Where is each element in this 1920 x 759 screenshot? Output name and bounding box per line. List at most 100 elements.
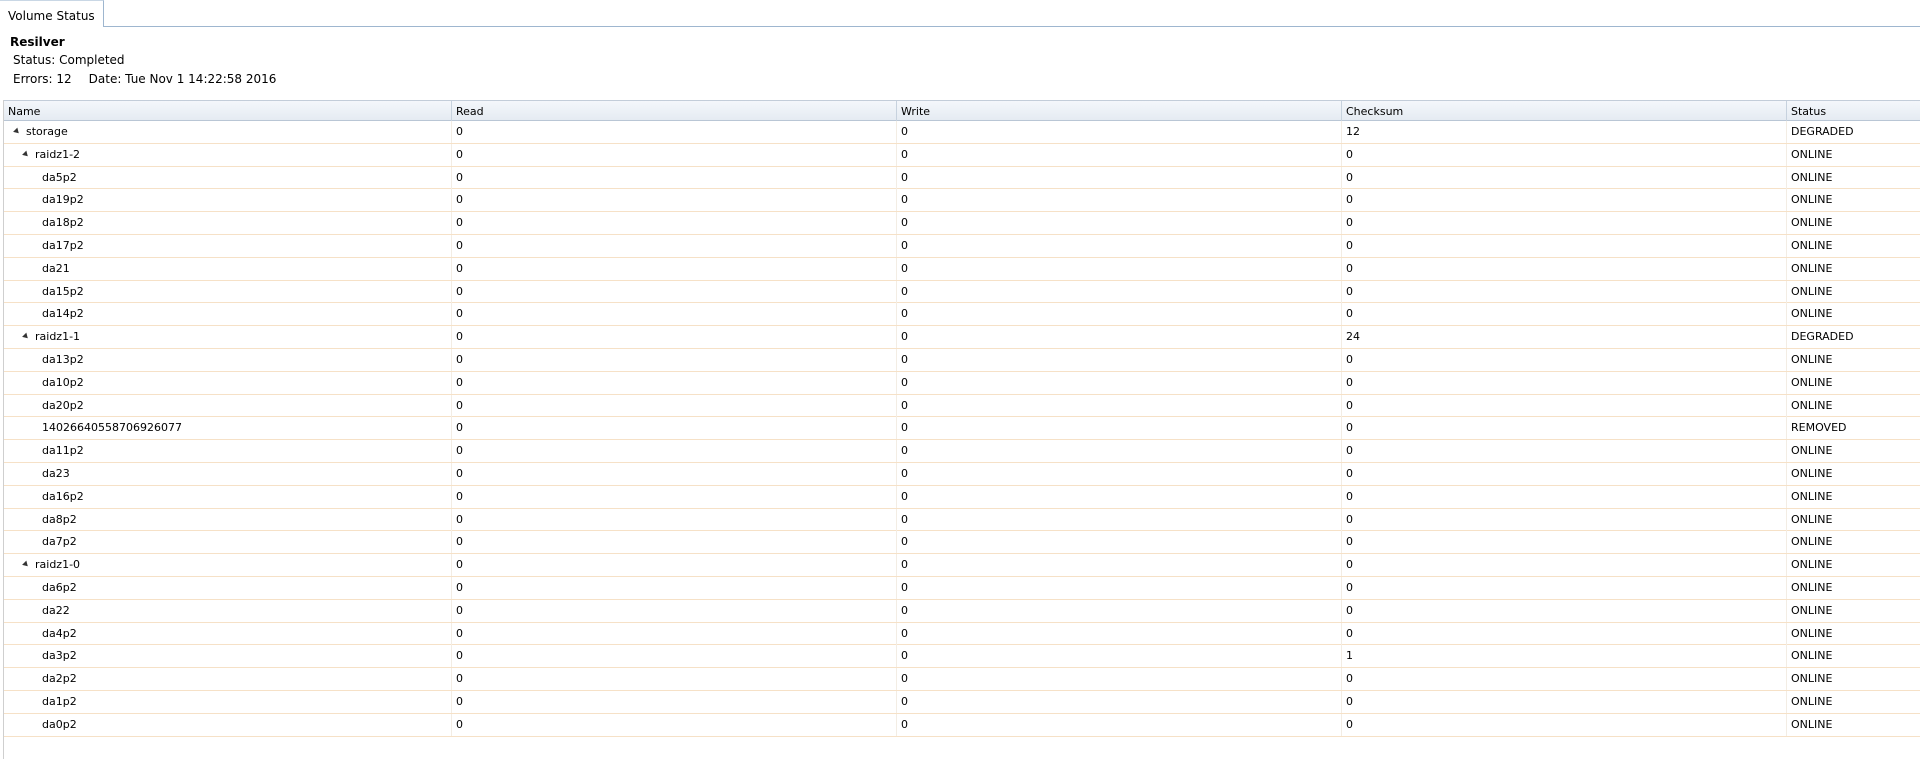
cell-name: da5p2 (4, 166, 452, 189)
cell-write: 0 (897, 713, 1342, 736)
cell-write: 0 (897, 280, 1342, 303)
tab-bar: Volume Status (0, 0, 1920, 27)
cell-read: 0 (452, 440, 897, 463)
table-row[interactable]: da23 0 0 0 ONLINE (4, 462, 1920, 486)
device-name: da2p2 (42, 672, 77, 686)
tab-volume-status[interactable]: Volume Status (0, 0, 104, 27)
column-header-read[interactable]: Read (452, 101, 897, 121)
table-row[interactable]: 14026640558706926077 0 0 0 REMOVED (4, 417, 1920, 441)
cell-read: 0 (452, 713, 897, 736)
cell-name: da1p2 (4, 690, 452, 713)
column-header-write[interactable]: Write (897, 101, 1342, 121)
cell-name: da18p2 (4, 212, 452, 235)
cell-name: raidz1-0 (4, 554, 452, 577)
expand-triangle-icon[interactable] (22, 332, 30, 341)
table-row[interactable]: da2p2 0 0 0 ONLINE (4, 668, 1920, 691)
cell-checksum: 24 (1342, 326, 1787, 349)
device-name: da4p2 (42, 626, 77, 640)
device-name: da19p2 (42, 193, 84, 207)
cell-write: 0 (897, 143, 1342, 166)
cell-read: 0 (452, 576, 897, 599)
column-header-name[interactable]: Name (4, 101, 452, 121)
table-row[interactable]: raidz1-0 0 0 0 ONLINE (4, 554, 1920, 577)
table-row[interactable]: da7p2 0 0 0 ONLINE (4, 531, 1920, 555)
table-row[interactable]: da8p2 0 0 0 ONLINE (4, 508, 1920, 532)
cell-checksum: 0 (1342, 599, 1787, 622)
device-name: da8p2 (42, 512, 77, 526)
cell-write: 0 (897, 599, 1342, 622)
cell-name: da6p2 (4, 576, 452, 599)
cell-write: 0 (897, 690, 1342, 713)
table-row[interactable]: da16p2 0 0 0 ONLINE (4, 485, 1920, 509)
cell-read: 0 (452, 166, 897, 189)
cell-checksum: 0 (1342, 713, 1787, 736)
cell-name: da15p2 (4, 280, 452, 303)
table-row[interactable]: da20p2 0 0 0 ONLINE (4, 394, 1920, 418)
table-row[interactable]: storage 0 0 12 DEGRADED (4, 121, 1920, 144)
cell-read: 0 (452, 531, 897, 554)
column-header-checksum[interactable]: Checksum (1342, 101, 1787, 121)
table-row[interactable]: da11p2 0 0 0 ONLINE (4, 440, 1920, 463)
table-row[interactable]: da18p2 0 0 0 ONLINE (4, 212, 1920, 235)
cell-read: 0 (452, 348, 897, 371)
cell-write: 0 (897, 462, 1342, 485)
device-name: da22 (42, 603, 70, 617)
cell-name: da11p2 (4, 440, 452, 463)
table-row[interactable]: da17p2 0 0 0 ONLINE (4, 234, 1920, 258)
cell-checksum: 0 (1342, 508, 1787, 531)
expand-triangle-icon[interactable] (13, 127, 21, 136)
cell-write: 0 (897, 668, 1342, 691)
cell-status: ONLINE (1791, 238, 1833, 252)
table-row[interactable]: da14p2 0 0 0 ONLINE (4, 303, 1920, 327)
table-row[interactable]: da6p2 0 0 0 ONLINE (4, 576, 1920, 600)
cell-name: da20p2 (4, 394, 452, 417)
cell-checksum: 0 (1342, 166, 1787, 189)
device-name: da16p2 (42, 489, 84, 503)
column-header-status[interactable]: Status (1787, 101, 1920, 121)
cell-checksum: 0 (1342, 303, 1787, 326)
cell-read: 0 (452, 212, 897, 235)
cell-name: raidz1-1 (4, 326, 452, 349)
table-row[interactable]: da0p2 0 0 0 ONLINE (4, 713, 1920, 737)
cell-read: 0 (452, 234, 897, 257)
cell-status: ONLINE (1791, 284, 1833, 298)
table-row[interactable]: da19p2 0 0 0 ONLINE (4, 189, 1920, 213)
cell-write: 0 (897, 121, 1342, 143)
device-name: da0p2 (42, 717, 77, 731)
table-row[interactable]: raidz1-2 0 0 0 ONLINE (4, 143, 1920, 167)
cell-read: 0 (452, 143, 897, 166)
cell-write: 0 (897, 417, 1342, 440)
cell-status: REMOVED (1791, 421, 1847, 435)
cell-read: 0 (452, 257, 897, 280)
table-row[interactable]: da5p2 0 0 0 ONLINE (4, 166, 1920, 190)
cell-read: 0 (452, 645, 897, 668)
scrub-details: Errors: 12 Date: Tue Nov 1 14:22:58 2016 (13, 70, 276, 89)
table-row[interactable]: da22 0 0 0 ONLINE (4, 599, 1920, 623)
cell-status: ONLINE (1791, 649, 1833, 663)
cell-checksum: 0 (1342, 212, 1787, 235)
cell-name: da19p2 (4, 189, 452, 212)
table-row[interactable]: raidz1-1 0 0 24 DEGRADED (4, 326, 1920, 349)
table-row[interactable]: da3p2 0 0 1 ONLINE (4, 645, 1920, 669)
table-row[interactable]: da15p2 0 0 0 ONLINE (4, 280, 1920, 304)
cell-checksum: 0 (1342, 257, 1787, 280)
device-name: da10p2 (42, 375, 84, 389)
table-row[interactable]: da13p2 0 0 0 ONLINE (4, 348, 1920, 372)
device-name: raidz1-2 (35, 147, 81, 161)
table-row[interactable]: da10p2 0 0 0 ONLINE (4, 371, 1920, 395)
table-row[interactable]: da1p2 0 0 0 ONLINE (4, 690, 1920, 714)
cell-checksum: 12 (1342, 121, 1787, 143)
cell-status: ONLINE (1791, 216, 1833, 230)
cell-checksum: 0 (1342, 440, 1787, 463)
expand-triangle-icon[interactable] (22, 560, 30, 569)
device-name: raidz1-1 (35, 330, 81, 344)
cell-write: 0 (897, 371, 1342, 394)
expand-triangle-icon[interactable] (22, 150, 30, 159)
table-row[interactable]: da21 0 0 0 ONLINE (4, 257, 1920, 281)
device-name: da20p2 (42, 398, 84, 412)
device-name: da6p2 (42, 580, 77, 594)
cell-status: ONLINE (1791, 261, 1833, 275)
device-name: da18p2 (42, 216, 84, 230)
table-row[interactable]: da4p2 0 0 0 ONLINE (4, 622, 1920, 646)
scrub-status: Status: Completed (13, 53, 125, 67)
